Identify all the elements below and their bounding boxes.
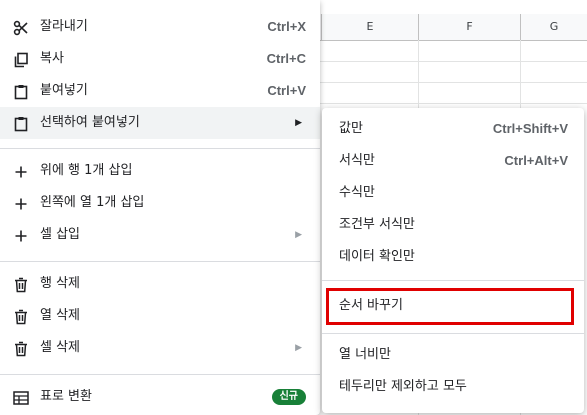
menu-item-insert-column-left[interactable]: 왼쪽에 열 1개 삽입 [0,187,320,219]
submenu-item-conditional-format-only[interactable]: 조건부 서식만 [322,209,584,241]
submenu-arrow-icon: ▶ [295,118,302,128]
submenu-item-data-validation-only[interactable]: 데이터 확인만 [322,241,584,273]
column-header-g[interactable]: G [520,14,587,40]
trash-icon [12,340,30,358]
scissors-icon [12,19,30,37]
column-header-f[interactable]: F [418,14,520,40]
column-header-e[interactable]: E [321,14,418,40]
plus-icon [12,163,30,181]
submenu-item-label: 값만 [339,121,363,136]
paste-special-submenu: 값만 Ctrl+Shift+V 서식만 Ctrl+Alt+V 수식만 조건부 서… [322,108,584,413]
menu-item-label: 열 삭제 [40,308,81,323]
submenu-item-label: 서식만 [339,153,375,168]
submenu-divider [322,280,584,281]
menu-item-label: 셀 삭제 [40,340,81,355]
menu-item-convert-to-table[interactable]: 표로 변환 신규 [0,381,320,413]
menu-item-paste-special[interactable]: 선택하여 붙여넣기 ▶ [0,107,320,139]
submenu-item-format-only[interactable]: 서식만 Ctrl+Alt+V [322,145,584,177]
submenu-item-all-except-borders[interactable]: 테두리만 제외하고 모두 [322,371,584,403]
paste-icon [12,83,30,101]
menu-item-label: 셀 삽입 [40,227,81,242]
submenu-item-label: 테두리만 제외하고 모두 [339,379,467,394]
menu-divider [0,148,320,149]
table-icon [12,389,30,407]
submenu-divider [322,333,584,334]
shortcut-text: Ctrl+Shift+V [492,121,568,136]
copy-icon [12,51,30,69]
highlight-box [326,288,574,325]
menu-item-label: 붙여넣기 [40,83,88,98]
trash-icon [12,308,30,326]
plus-icon [12,227,30,245]
menu-item-delete-row[interactable]: 행 삭제 [0,268,320,300]
submenu-item-label: 열 너비만 [339,347,391,362]
menu-item-delete-column[interactable]: 열 삭제 [0,300,320,332]
menu-item-label: 위에 행 1개 삽입 [40,163,133,178]
menu-item-label: 선택하여 붙여넣기 [40,115,140,130]
shortcut-text: Ctrl+C [266,51,306,66]
submenu-arrow-icon: ▶ [295,343,302,353]
menu-item-delete-cells[interactable]: 셀 삭제 ▶ [0,332,320,364]
shortcut-text: Ctrl+V [267,83,306,98]
new-badge: 신규 [271,389,306,405]
submenu-item-column-width-only[interactable]: 열 너비만 [322,339,584,371]
menu-divider [0,261,320,262]
paste-special-icon [12,115,30,133]
submenu-item-values-only[interactable]: 값만 Ctrl+Shift+V [322,113,584,145]
menu-item-insert-row-above[interactable]: 위에 행 1개 삽입 [0,155,320,187]
shortcut-text: Ctrl+X [267,19,306,34]
submenu-item-formula-only[interactable]: 수식만 [322,177,584,209]
menu-divider [0,374,320,375]
trash-icon [12,276,30,294]
menu-item-copy[interactable]: 복사 Ctrl+C [0,43,320,75]
submenu-item-label: 조건부 서식만 [339,217,415,232]
menu-item-label: 잘라내기 [40,19,88,34]
plus-icon [12,195,30,213]
menu-item-insert-cells[interactable]: 셀 삽입 ▶ [0,219,320,251]
shortcut-text: Ctrl+Alt+V [504,153,568,168]
menu-item-paste[interactable]: 붙여넣기 Ctrl+V [0,75,320,107]
menu-item-label: 행 삭제 [40,276,81,291]
submenu-arrow-icon: ▶ [295,230,302,240]
menu-item-cut[interactable]: 잘라내기 Ctrl+X [0,11,320,43]
context-menu: 잘라내기 Ctrl+X 복사 Ctrl+C 붙여넣기 Ctrl+V 선택하여 붙… [0,0,320,415]
menu-item-label: 복사 [40,51,64,66]
submenu-item-label: 수식만 [339,185,375,200]
submenu-item-label: 데이터 확인만 [339,249,415,264]
menu-item-label: 왼쪽에 열 1개 삽입 [40,195,145,210]
menu-item-label: 표로 변환 [40,389,92,404]
